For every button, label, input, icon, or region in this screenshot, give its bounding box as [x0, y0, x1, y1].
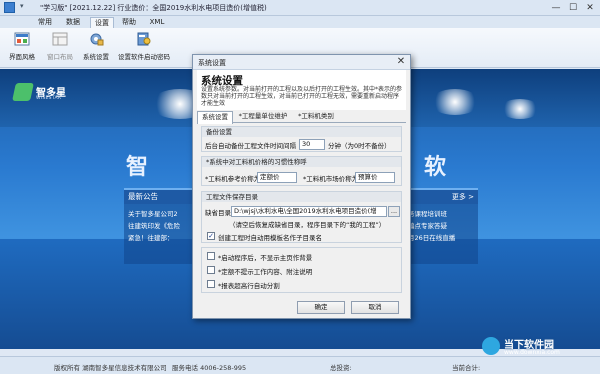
- market-price-label: *工料机市场价称为: [303, 175, 359, 183]
- total-investment: 总投资:: [330, 364, 352, 372]
- cancel-button[interactable]: 取消: [351, 301, 399, 314]
- directory-label: 缺省目录: [205, 209, 231, 217]
- tab-common[interactable]: 常用: [34, 17, 56, 28]
- ref-price-input[interactable]: 定额价: [257, 172, 297, 183]
- directory-group-title: 工程文件保存目录: [202, 192, 401, 202]
- watermark-url: www.downxia.com: [504, 349, 560, 356]
- save-directory-group: 工程文件保存目录 缺省目录 D:\wjsj\水利水电\全国2019水利水电项目造…: [201, 191, 402, 243]
- window-layout-label: 窗口布局: [47, 53, 73, 61]
- window-title: "学习版" [2021.12.22] 行业造价：全国2019水利水电项目造价(增…: [40, 4, 267, 12]
- directory-hint: （请空后恢复成缺省目录，程序目录下的“我的工程”）: [229, 221, 386, 229]
- announcement-title: 最新公告: [124, 188, 200, 204]
- dialog-titlebar: 系统设置 ✕: [193, 55, 410, 70]
- auto-split-checkbox[interactable]: [207, 280, 215, 288]
- market-price-input[interactable]: 预算价: [355, 172, 395, 183]
- ok-button[interactable]: 确定: [297, 301, 345, 314]
- backup-group-title: 备份设置: [202, 127, 401, 137]
- window-layout-button[interactable]: 窗口布局: [42, 31, 78, 65]
- backup-unit-label: 分钟（为0时不备份）: [328, 142, 391, 150]
- watermark-icon: [482, 337, 500, 355]
- backup-group: 备份设置 后台自动备份工程文件时间间隔 30 分钟（为0时不备份）: [201, 126, 402, 152]
- tab-help[interactable]: 帮助: [118, 17, 140, 28]
- ui-style-button[interactable]: 界面风格: [6, 31, 38, 65]
- more-link[interactable]: 更多 >: [404, 188, 478, 204]
- event-item[interactable]: 编点专家答疑: [408, 220, 474, 232]
- copyright-text: 版权所有 湖南智多星信息技术有限公司: [54, 364, 167, 372]
- directory-input[interactable]: D:\wjsj\水利水电\全国2019水利水电项目造价(增: [231, 206, 387, 217]
- dialog-tabs: 系统设置 *工程量单位维护 *工料机类别: [197, 111, 406, 124]
- backup-interval-label: 后台自动备份工程文件时间间隔: [205, 142, 296, 150]
- system-settings-dialog: 系统设置 ✕ 系统设置 设置系统参数。对当前打开的工程以及以后打开的工程生效。其…: [192, 54, 411, 319]
- ref-price-label: *工料机参考价称为: [205, 175, 261, 183]
- event-item[interactable]: 月26日在线直播: [408, 232, 474, 244]
- logo-subtext: WISESTAR: [36, 96, 62, 101]
- quick-access-icon[interactable]: ▾: [20, 2, 34, 13]
- announcement-item[interactable]: 往建筑印发《危险: [128, 220, 196, 232]
- slogan-right: 软: [424, 155, 447, 180]
- dialog-description: 设置系统参数。对当前打开的工程以及以后打开的工程生效。其中*表示的参数只对当前打…: [201, 86, 403, 107]
- system-settings-icon: [90, 33, 104, 46]
- tab-system-settings[interactable]: 系统设置: [197, 111, 233, 124]
- window-layout-icon: [52, 32, 68, 46]
- status-bar: 版权所有 湖南智多星信息技术有限公司 服务电话 4006-258-995 总投资…: [0, 356, 600, 374]
- close-button[interactable]: ✕: [582, 2, 598, 14]
- password-icon: [137, 32, 151, 46]
- browse-button[interactable]: ...: [388, 206, 400, 217]
- announcement-item[interactable]: 紧急！往建部：: [128, 232, 196, 244]
- current-sum: 当前合计:: [452, 364, 481, 372]
- light-glow: [430, 89, 480, 115]
- dialog-header: 系统设置 设置系统参数。对当前打开的工程以及以后打开的工程生效。其中*表示的参数…: [197, 70, 406, 110]
- app-icon: [4, 2, 15, 13]
- tab-material-category[interactable]: *工料机类别: [293, 111, 339, 123]
- price-group-title: *系统中对工料机价格的习惯性称呼: [202, 157, 401, 167]
- hide-homepage-label: *启动程序后，不显示主页作背景: [218, 254, 313, 262]
- hide-homepage-checkbox[interactable]: [207, 252, 215, 260]
- light-glow: [500, 99, 540, 119]
- announcement-item[interactable]: 关于智多星公司2: [128, 208, 196, 220]
- options-group: *启动程序后，不显示主页作背景 *定额不提示工作内容、附注说明 *报表超高行自动…: [201, 247, 402, 293]
- startup-password-label: 设置软件启动密码: [118, 53, 170, 61]
- auto-subdir-checkbox[interactable]: ✓: [207, 232, 215, 240]
- hide-work-content-checkbox[interactable]: [207, 266, 215, 274]
- minimize-button[interactable]: —: [548, 2, 564, 14]
- title-bar: ▾ "学习版" [2021.12.22] 行业造价：全国2019水利水电项目造价…: [0, 0, 600, 16]
- price-naming-group: *系统中对工料机价格的习惯性称呼 *工料机参考价称为 定额价 *工料机市场价称为…: [201, 156, 402, 186]
- auto-subdir-label: 创建工程时自动用模板名作子目录名: [218, 234, 322, 242]
- service-phone: 服务电话 4006-258-995: [172, 364, 247, 372]
- tab-data[interactable]: 数据: [62, 17, 84, 28]
- dialog-title: 系统设置: [198, 59, 226, 67]
- tab-xml[interactable]: XML: [146, 17, 168, 28]
- ribbon-tabs: 常用 数据 设置 帮助 XML: [0, 16, 600, 28]
- announcement-panel: 最新公告 关于智多星公司2 往建筑印发《危险 紧急！往建部：: [124, 188, 200, 328]
- events-panel: 更多 > 务课程培训班 编点专家答疑 月26日在线直播: [404, 188, 478, 328]
- startup-password-button[interactable]: 设置软件启动密码: [114, 31, 174, 65]
- slogan-left: 智: [126, 155, 149, 180]
- backup-interval-input[interactable]: 30: [299, 139, 325, 150]
- system-settings-label: 系统设置: [83, 53, 109, 61]
- tab-unit-maintenance[interactable]: *工程量单位维护: [235, 111, 291, 123]
- watermark: 当下软件园 www.downxia.com: [482, 336, 596, 358]
- auto-split-label: *报表超高行自动分割: [218, 282, 280, 290]
- event-item[interactable]: 务课程培训班: [408, 208, 474, 220]
- ui-style-label: 界面风格: [9, 53, 35, 61]
- hide-work-content-label: *定额不提示工作内容、附注说明: [218, 268, 313, 276]
- dialog-close-button[interactable]: ✕: [395, 56, 407, 68]
- tab-settings[interactable]: 设置: [90, 17, 114, 28]
- maximize-button[interactable]: ☐: [565, 2, 581, 14]
- palette-icon: [14, 32, 30, 46]
- logo-mark-icon: [12, 83, 34, 101]
- system-settings-button[interactable]: 系统设置: [80, 31, 112, 65]
